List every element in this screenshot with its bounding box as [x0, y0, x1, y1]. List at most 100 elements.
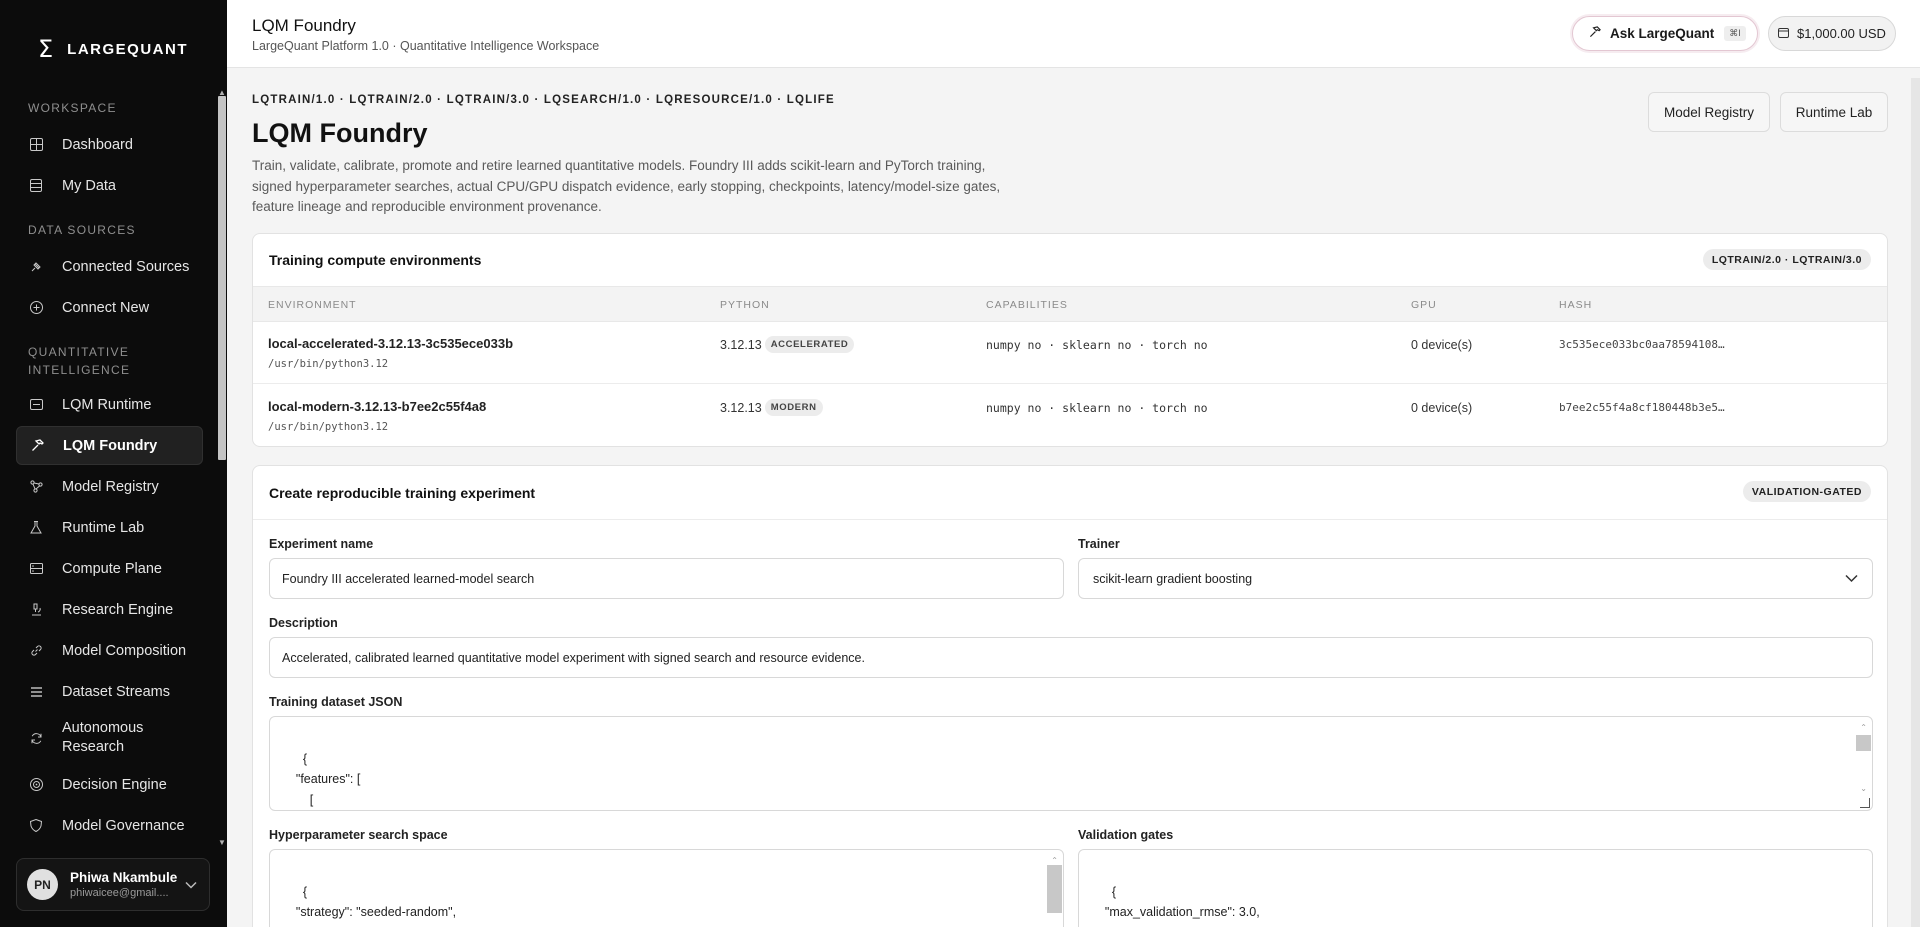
sidebar-item-label: Decision Engine: [62, 776, 167, 793]
trainer-select[interactable]: scikit-learn gradient boosting: [1078, 558, 1873, 599]
scroll-up-arrow-icon[interactable]: ⌃: [1051, 851, 1058, 872]
sidebar-item-lqm-runtime[interactable]: LQM Runtime: [16, 385, 203, 424]
refresh-icon: [28, 730, 44, 746]
sidebar-nav: WORKSPACE Dashboard My Data DATA SOURCES…: [16, 92, 203, 850]
env-gpu: 0 device(s): [1411, 401, 1473, 415]
table-row[interactable]: local-modern-3.12.13-b7ee2c55f4a8 /usr/b…: [253, 385, 1887, 446]
sidebar-item-runtime-lab[interactable]: Runtime Lab: [16, 508, 203, 547]
column-header: HASH: [1559, 299, 1593, 311]
env-name: local-modern-3.12.13-b7ee2c55f4a8: [268, 399, 487, 414]
grid-icon: [28, 137, 44, 153]
env-gpu: 0 device(s): [1411, 338, 1473, 352]
sidebar-item-label: LQM Foundry: [63, 437, 158, 454]
main-scrollbar[interactable]: [1911, 78, 1920, 927]
sidebar-item-label: Dashboard: [62, 136, 133, 153]
ask-button-label: Ask LargeQuant: [1610, 26, 1715, 41]
user-menu[interactable]: PN Phiwa Nkambule phiwaicee@gmail....: [16, 858, 210, 911]
user-email: phiwaicee@gmail....: [70, 887, 169, 899]
sidebar-item-label: Model Registry: [62, 478, 159, 495]
validation-gates-textarea[interactable]: { "max_validation_rmse": 3.0, "min_valid…: [1078, 849, 1873, 927]
description-input[interactable]: Accelerated, calibrated learned quantita…: [269, 637, 1873, 678]
env-tag-badge: ACCELERATED: [764, 336, 855, 353]
sidebar-item-autonomous-research[interactable]: Autonomous Research: [16, 713, 203, 763]
sidebar-item-lqm-foundry[interactable]: LQM Foundry: [16, 426, 203, 465]
sidebar-item-model-composition[interactable]: Model Composition: [16, 631, 203, 670]
app-title: LQM Foundry: [252, 16, 356, 35]
chevron-down-icon: [1845, 570, 1858, 586]
env-capabilities: numpy no · sklearn no · torch no: [986, 401, 1208, 415]
nav-section-workspace: WORKSPACE: [28, 101, 117, 115]
trainer-selected-value: scikit-learn gradient boosting: [1093, 571, 1253, 586]
sidebar-item-decision-engine[interactable]: Decision Engine: [16, 765, 203, 804]
sidebar-item-model-registry[interactable]: Model Registry: [16, 467, 203, 506]
env-hash: 3c535ece033bc0aa78594108…: [1559, 338, 1725, 351]
user-name: Phiwa Nkambule: [70, 870, 178, 885]
ask-largequant-button[interactable]: Ask LargeQuant ⌘I: [1572, 16, 1758, 51]
python-version-value: 3.12.13: [720, 400, 762, 415]
python-version: 3.12.13 MODERN: [720, 399, 823, 416]
sidebar-scrollbar-thumb[interactable]: [218, 96, 226, 460]
sidebar-item-label: My Data: [62, 177, 116, 194]
column-header: CAPABILITIES: [986, 299, 1068, 311]
top-header: LQM Foundry LargeQuant Platform 1.0 · Qu…: [227, 0, 1920, 68]
sidebar-item-research-engine[interactable]: Research Engine: [16, 590, 203, 629]
sidebar-item-my-data[interactable]: My Data: [16, 166, 203, 205]
scroll-down-arrow-icon[interactable]: ⌄: [1860, 779, 1867, 800]
dataset-json-textarea[interactable]: { "features": [ [ 0.20000000000000001110…: [269, 716, 1873, 811]
sidebar-item-connected-sources[interactable]: Connected Sources: [16, 247, 203, 286]
sidebar-item-label: Dataset Streams: [62, 683, 170, 700]
card-title: Training compute environments: [269, 252, 482, 268]
plug-icon: [28, 259, 44, 275]
sidebar-item-dashboard[interactable]: Dashboard: [16, 125, 203, 164]
scroll-up-arrow-icon[interactable]: ▲: [218, 88, 226, 97]
sidebar-item-label: Connected Sources: [62, 258, 190, 275]
scroll-down-arrow-icon[interactable]: ▼: [218, 838, 226, 847]
stack-icon: [28, 684, 44, 700]
status-badge: VALIDATION-GATED: [1742, 481, 1871, 502]
brand[interactable]: Σ LARGEQUANT: [38, 37, 188, 61]
env-tag-badge: MODERN: [764, 399, 823, 416]
compute-environments-card: Training compute environments LQTRAIN/2.…: [252, 233, 1888, 447]
runtime-lab-button[interactable]: Runtime Lab: [1780, 92, 1888, 132]
sidebar: Σ LARGEQUANT WORKSPACE Dashboard My Data…: [0, 0, 227, 927]
search-space-textarea[interactable]: { "strategy": "seeded-random", "max_tria…: [269, 849, 1064, 927]
sidebar-item-compute-plane[interactable]: Compute Plane: [16, 549, 203, 588]
column-header: ENVIRONMENT: [268, 299, 357, 311]
description-label: Description: [269, 616, 338, 630]
balance-button[interactable]: $1,000.00 USD: [1768, 16, 1896, 51]
link-icon: [28, 643, 44, 659]
textarea-scrollbar-thumb[interactable]: [1047, 865, 1062, 913]
terminal-icon: [28, 397, 44, 413]
page-title: LQM Foundry: [252, 118, 428, 148]
divider: [253, 519, 1887, 520]
model-registry-button[interactable]: Model Registry: [1648, 92, 1770, 132]
sidebar-item-dataset-streams[interactable]: Dataset Streams: [16, 672, 203, 711]
page-description: Train, validate, calibrate, promote and …: [252, 158, 1001, 214]
table-row[interactable]: local-accelerated-3.12.13-3c535ece033b /…: [253, 322, 1887, 384]
resize-handle-icon[interactable]: [1860, 798, 1870, 808]
dataset-json-label: Training dataset JSON: [269, 695, 403, 709]
env-hash: b7ee2c55f4a8cf180448b3e5…: [1559, 401, 1725, 414]
avatar: PN: [27, 869, 58, 900]
card-title: Create reproducible training experiment: [269, 485, 536, 501]
env-name: local-accelerated-3.12.13-3c535ece033b: [268, 336, 514, 351]
sidebar-item-model-governance[interactable]: Model Governance: [16, 806, 203, 845]
env-capabilities: numpy no · sklearn no · torch no: [986, 338, 1208, 352]
training-experiment-card: Create reproducible training experiment …: [252, 465, 1888, 927]
flask-icon: [28, 520, 44, 536]
env-path: /usr/bin/python3.12: [268, 358, 389, 370]
validation-gates-value: { "max_validation_rmse": 3.0, "min_valid…: [1104, 884, 1260, 927]
sidebar-item-connect-new[interactable]: Connect New: [16, 288, 203, 327]
sidebar-item-label: Model Composition: [62, 642, 187, 659]
table-header: ENVIRONMENT PYTHON CAPABILITIES GPU HASH: [253, 286, 1887, 322]
experiment-name-input[interactable]: Foundry III accelerated learned-model se…: [269, 558, 1064, 599]
shield-icon: [28, 818, 44, 834]
microscope-icon: [28, 602, 44, 618]
hammer-icon: [1589, 26, 1601, 41]
scroll-up-arrow-icon[interactable]: ⌃: [1860, 718, 1867, 739]
column-header: GPU: [1411, 299, 1437, 311]
column-header: PYTHON: [720, 299, 770, 311]
env-path: /usr/bin/python3.12: [268, 421, 389, 433]
nav-section-data-sources: DATA SOURCES: [28, 223, 136, 237]
validation-gates-label: Validation gates: [1078, 828, 1174, 842]
